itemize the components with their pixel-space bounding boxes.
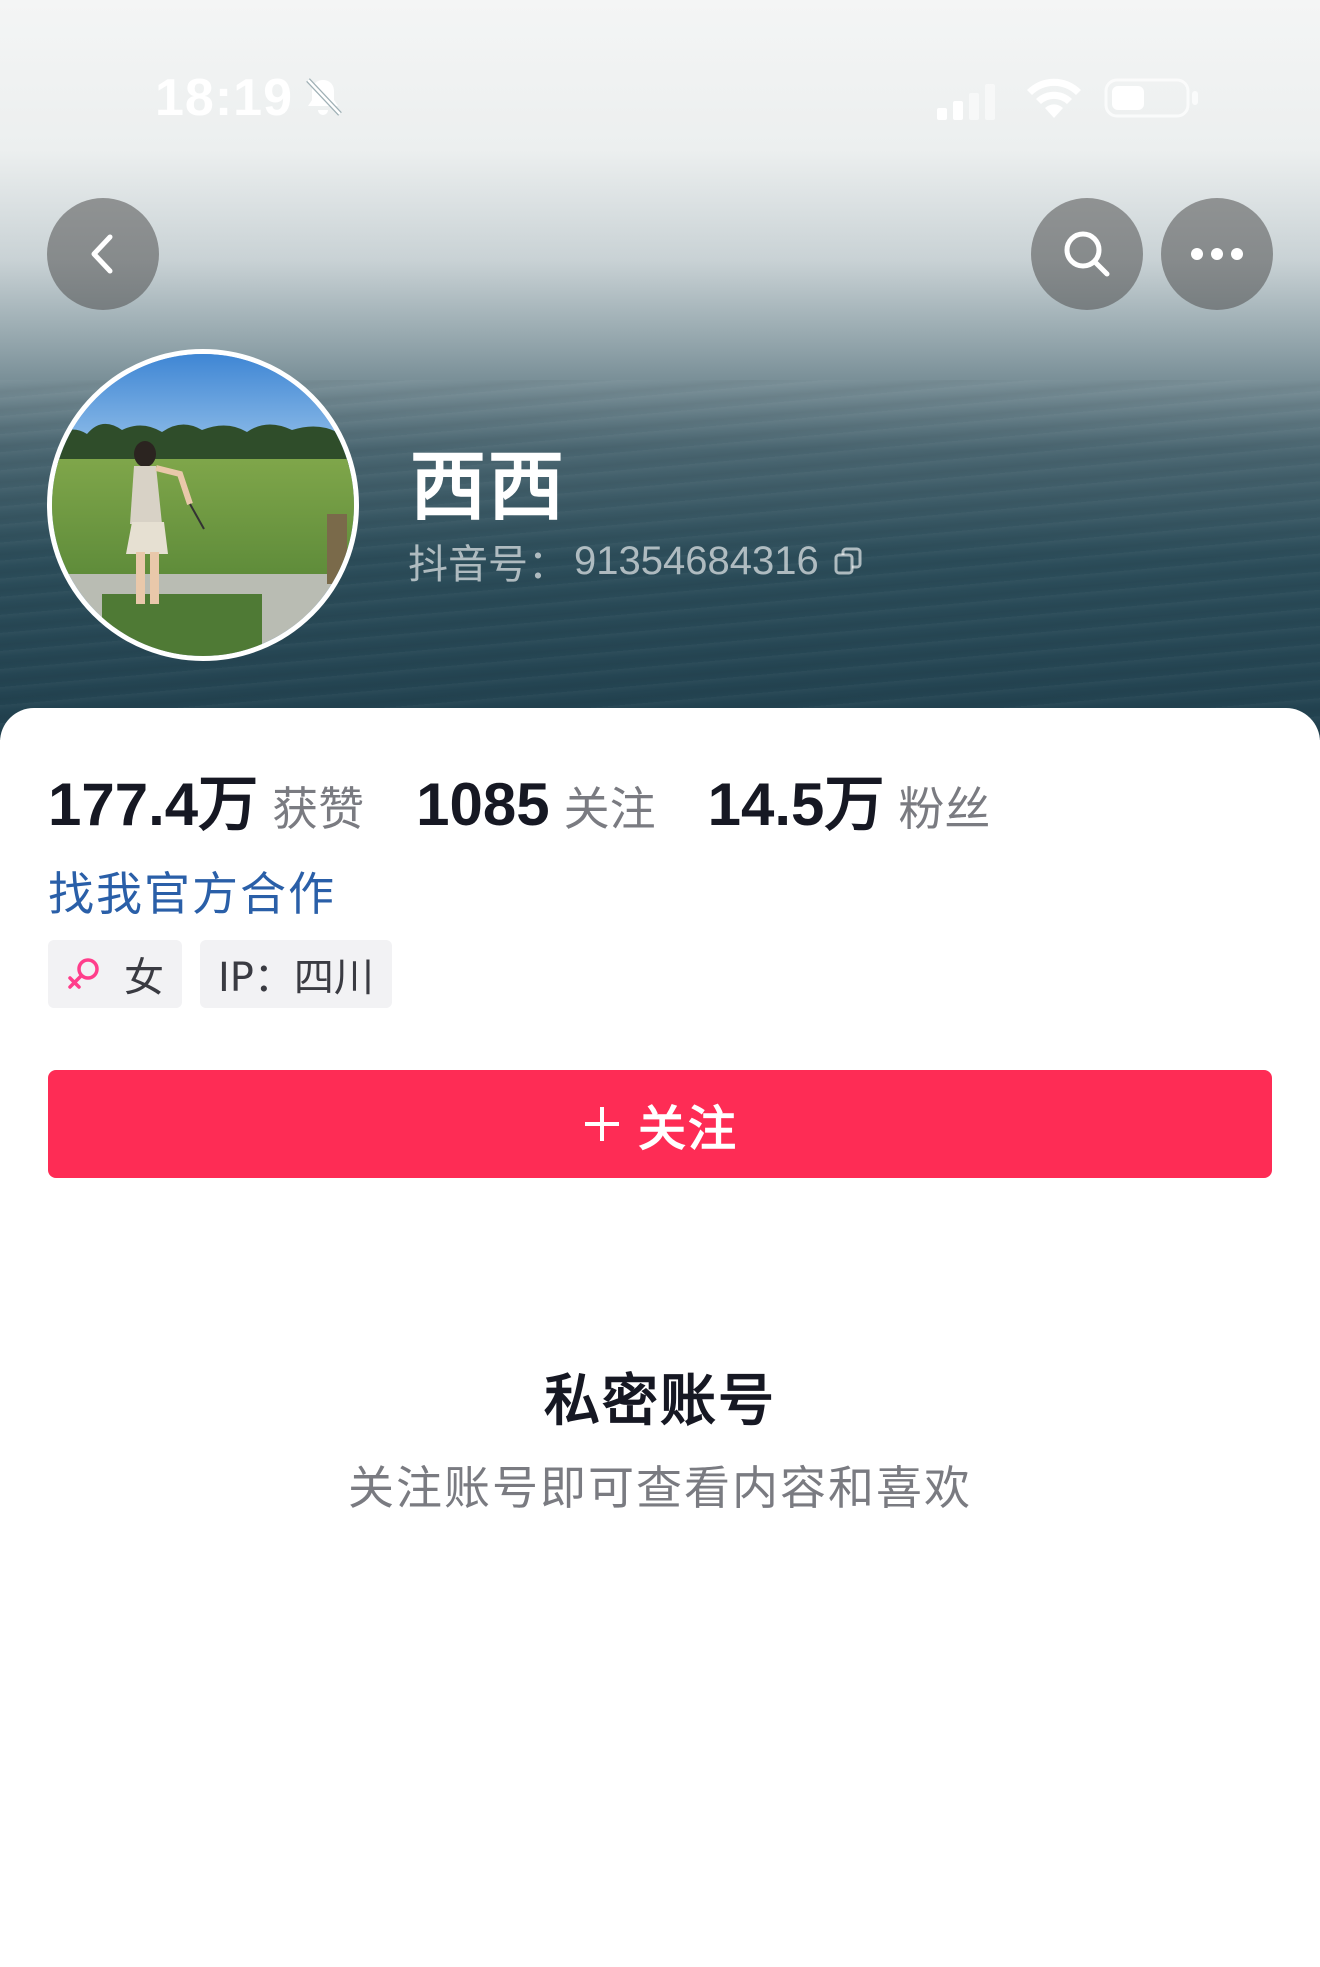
search-icon	[1064, 231, 1110, 277]
gender-tag-label: 女	[124, 955, 164, 1001]
plus-icon	[584, 1107, 619, 1141]
private-account-title: 私密账号	[544, 1369, 776, 1434]
profile-name: 西西	[410, 442, 566, 531]
ip-location-label: IP：四川	[218, 955, 374, 1001]
gender-tag: 女	[48, 940, 182, 1008]
follow-button-label: 关注	[637, 1101, 738, 1157]
profile-content-sheet: 177.4万 获赞 1085 关注 14.5万 粉丝 找我官方合作 女 IP：四…	[0, 708, 1320, 1967]
private-account-subtitle: 关注账号即可查看内容和喜欢	[348, 1461, 972, 1515]
search-button[interactable]	[1031, 198, 1143, 310]
douyin-id-label: 抖音号：	[408, 542, 568, 588]
douyin-id-row[interactable]: 抖音号： 91354684316	[408, 532, 863, 590]
likes-label: 获赞	[272, 782, 365, 836]
stats-row: 177.4万 获赞 1085 关注 14.5万 粉丝	[48, 756, 990, 843]
copy-icon[interactable]	[833, 546, 863, 576]
stat-followers[interactable]: 14.5万 粉丝	[708, 756, 991, 843]
follow-button[interactable]: 关注	[48, 1070, 1272, 1178]
official-cooperation-link[interactable]: 找我官方合作	[48, 858, 336, 924]
golf-range-avatar-image	[52, 354, 354, 656]
following-label: 关注	[563, 782, 656, 836]
avatar[interactable]	[47, 349, 359, 661]
stat-likes[interactable]: 177.4万 获赞	[48, 756, 364, 843]
more-horizontal-icon	[1191, 248, 1243, 260]
followers-count: 14.5万	[707, 771, 885, 838]
battery-icon	[1104, 78, 1198, 118]
douyin-id-value: 91354684316	[574, 538, 819, 583]
followers-label: 粉丝	[898, 782, 991, 836]
wifi-icon	[1027, 78, 1081, 118]
bell-slash-icon	[306, 78, 342, 116]
stat-following[interactable]: 1085 关注	[416, 770, 655, 839]
profile-tags: 女 IP：四川	[48, 940, 410, 1008]
cellular-signal-icon	[937, 84, 995, 120]
back-button[interactable]	[47, 198, 159, 310]
profile-banner: 18:19 西西 抖音号： 91354684316	[0, 0, 1320, 740]
more-button[interactable]	[1161, 198, 1273, 310]
ip-location-tag: IP：四川	[200, 940, 392, 1008]
status-time: 18:19	[155, 69, 293, 127]
chevron-left-icon	[91, 234, 113, 274]
likes-count: 177.4万	[48, 771, 259, 838]
female-icon	[68, 958, 99, 989]
following-count: 1085	[416, 771, 550, 838]
